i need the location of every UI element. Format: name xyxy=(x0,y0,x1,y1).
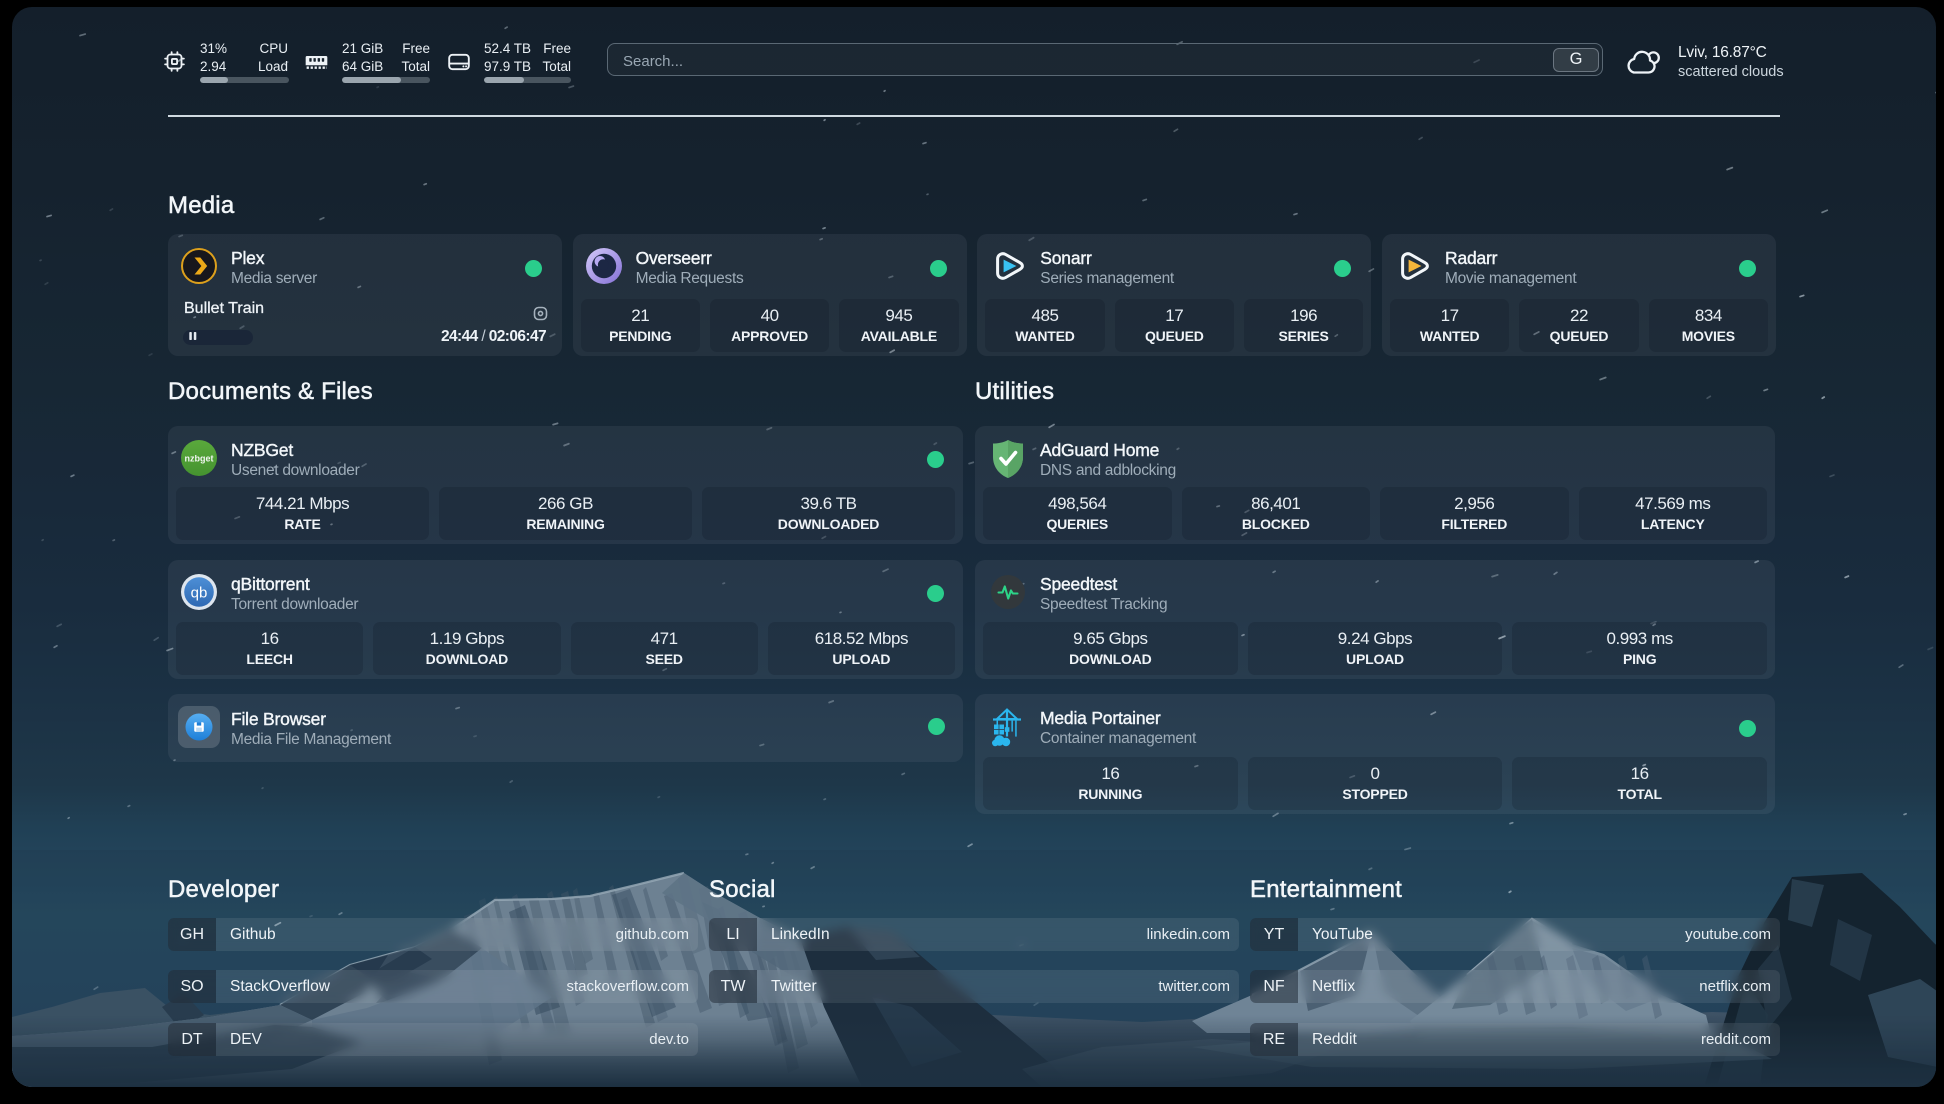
svg-text:qb: qb xyxy=(191,585,208,602)
svg-text:nzbget: nzbget xyxy=(185,454,214,464)
